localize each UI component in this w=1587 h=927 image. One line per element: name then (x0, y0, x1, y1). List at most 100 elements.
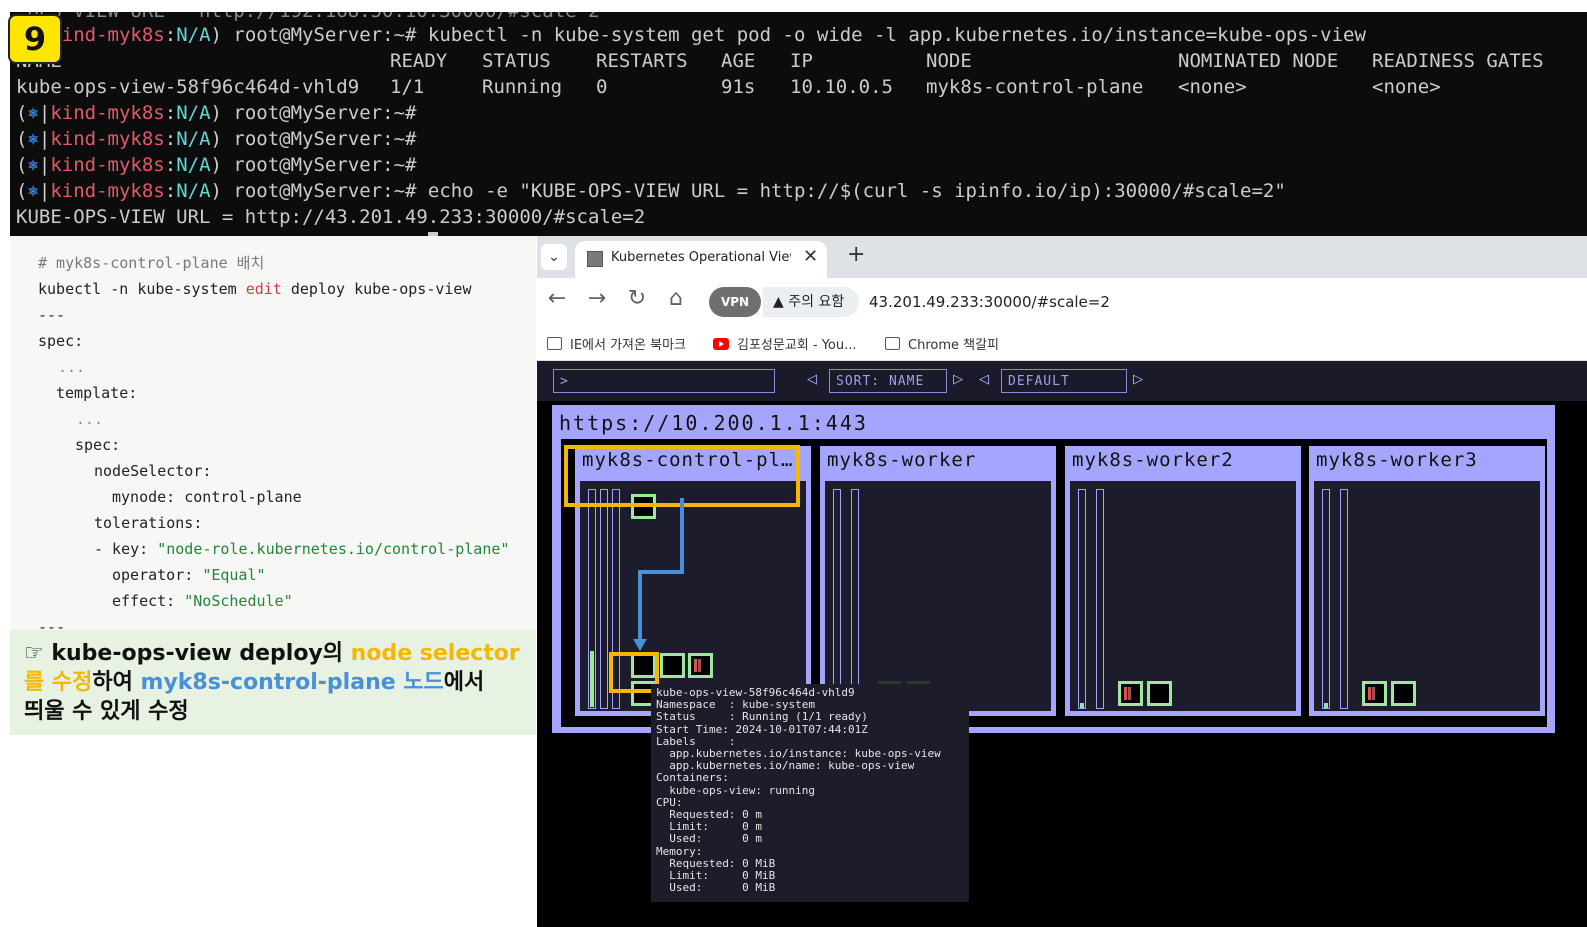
folder-icon (547, 337, 562, 350)
col-readiness-gates: READINESS GATES (1372, 50, 1544, 72)
browser-window: ⌄ Kubernetes Operational View : ✕ + ← → … (537, 236, 1587, 927)
arrow-line (638, 498, 684, 642)
cell-nominated-node: <none> (1178, 76, 1247, 98)
security-warning-label: 주의 요함 (788, 294, 845, 310)
cell-readiness-gates: <none> (1372, 76, 1441, 98)
prompt-paren: ( (16, 102, 28, 124)
bookmark-ie-import[interactable]: IE에서 가져온 북마크 (547, 334, 686, 353)
tab-title: Kubernetes Operational View : (611, 250, 791, 265)
command-echo: echo -e "KUBE-OPS-VIEW URL = http://$(cu… (416, 180, 1286, 202)
code-separator-bottom: --- (38, 618, 66, 630)
prompt-namespace: N/A (176, 24, 211, 46)
terminal-line-echo: (⎈|kind-myk8s:N/A) root@MyServer:~# echo… (16, 178, 1286, 204)
note-text: kube-ops-view deploy의 (51, 641, 351, 666)
arrow-head (633, 639, 647, 651)
pod-table-header: NAME READY STATUS RESTARTS AGE IP NODE N… (10, 48, 1587, 74)
prompt-paren: ) (210, 154, 222, 176)
cell-ready: 1/1 (390, 76, 425, 98)
code-panel: # myk8s-control-plane 배치 kubectl -n kube… (10, 236, 536, 630)
note-highlight-node: myk8s-control-plane 노드 (140, 670, 444, 695)
prompt-sep: | (38, 128, 51, 150)
tab-strip: ⌄ Kubernetes Operational View : ✕ + (537, 236, 1587, 278)
command-get-pod: kubectl -n kube-system get pod -o wide -… (416, 24, 1366, 46)
cell-age: 91s (721, 76, 756, 98)
code-toleration-key: - key: "node-role.kubernetes.io/control-… (94, 536, 509, 562)
tooltip-line: Memory: (656, 844, 703, 858)
prompt-namespace: N/A (176, 180, 211, 202)
reload-icon[interactable]: ↻ (623, 286, 651, 311)
address-bar[interactable]: 43.201.49.233:30000/#scale=2 (869, 293, 1110, 311)
note-text: 띄울 수 있게 수정 (24, 699, 189, 724)
col-status: STATUS (482, 50, 551, 72)
plus-icon[interactable]: + (847, 242, 865, 267)
folder-icon (885, 337, 900, 350)
bookmark-youtube[interactable]: 김포성문교회 - You... (713, 334, 857, 353)
chevron-down-icon[interactable]: ⌄ (541, 244, 567, 270)
prompt-sep: | (38, 102, 51, 124)
terminal-empty-prompt: (⎈|kind-myk8s:N/A) root@MyServer:~# (16, 152, 416, 178)
warning-icon: ▲ (773, 294, 784, 310)
terminal-line-get-pod: (⎈|kind-myk8s:N/A) root@MyServer:~# kube… (16, 22, 1366, 48)
pod-table-row: kube-ops-view-58f96c464d-vhld9 1/1 Runni… (10, 74, 1587, 100)
prompt-colon: : (164, 128, 177, 150)
prompt-sep: | (38, 154, 51, 176)
cell-restarts: 0 (596, 76, 608, 98)
code-operator-value: "Equal" (202, 566, 266, 584)
prompt-context: kind-myk8s (50, 128, 165, 150)
code-ellipsis: ... (76, 410, 104, 428)
code-edit-command: kubectl -n kube-system edit deploy kube-… (38, 276, 472, 302)
cell-status: Running (482, 76, 563, 98)
kube-helm-icon: ⎈ (27, 154, 39, 176)
prompt-context: kind-myk8s (50, 180, 165, 202)
code-comment: # myk8s-control-plane 배치 (38, 254, 265, 272)
tab-kube-ops-view[interactable]: Kubernetes Operational View : ✕ (575, 241, 827, 278)
col-age: AGE (721, 50, 756, 72)
prompt-sep: | (38, 180, 51, 202)
kube-helm-icon: ⎈ (27, 180, 39, 202)
code-cmd-part: deploy kube-ops-view (281, 280, 472, 298)
cell-node: myk8s-control-plane (926, 76, 1144, 98)
cell-ip: 10.10.0.5 (790, 76, 893, 98)
col-nominated-node: NOMINATED NODE (1178, 50, 1339, 72)
vpn-badge[interactable]: VPN (709, 287, 761, 317)
bookmarks-bar: IE에서 가져온 북마크 김포성문교회 - You... Chrome 책갈피 (537, 326, 1587, 361)
navigation-bar: ← → ↻ ⌂ VPN ▲ 주의 요함 43.201.49.233:30000/… (537, 278, 1587, 326)
forward-arrow-icon[interactable]: → (583, 286, 611, 311)
bookmark-chrome[interactable]: Chrome 책갈피 (885, 334, 999, 353)
terminal-empty-prompt: (⎈|kind-myk8s:N/A) root@MyServer:~# (16, 100, 416, 126)
prompt-colon: : (164, 154, 177, 176)
col-node: NODE (926, 50, 972, 72)
prompt-context: kind-myk8s (50, 102, 165, 124)
kube-helm-icon: ⎈ (27, 128, 39, 150)
prompt-user: root@MyServer:~# (221, 154, 417, 176)
prompt-colon: : (164, 180, 177, 202)
terminal-window: OPS VIEW URL http://192.168.50.10:30000/… (10, 12, 1587, 236)
code-effect-label: effect: (112, 592, 185, 610)
pointing-hand-icon: ☞ (24, 641, 52, 666)
code-key-label: - key: (94, 540, 158, 558)
close-icon[interactable]: ✕ (803, 246, 818, 267)
col-ready: READY (390, 50, 448, 72)
prompt-namespace: N/A (176, 154, 211, 176)
prompt-namespace: N/A (176, 102, 211, 124)
note-text: 에서 (443, 670, 485, 695)
tooltip-line: Containers: (656, 771, 729, 785)
code-toleration-effect: effect: "NoSchedule" (112, 588, 293, 614)
prompt-context: kind-myk8s (50, 154, 165, 176)
step-badge: 9 (8, 14, 62, 64)
code-node-selector: nodeSelector: (94, 462, 212, 480)
terminal-empty-prompt: (⎈|kind-myk8s:N/A) root@MyServer:~# (16, 126, 416, 152)
code-template: template: (56, 384, 138, 402)
kube-helm-icon: ⎈ (27, 102, 39, 124)
code-cmd-part: kubectl -n kube-system (38, 280, 246, 298)
security-status[interactable]: ▲ 주의 요함 (763, 287, 859, 317)
col-restarts: RESTARTS (596, 50, 688, 72)
bookmark-label: IE에서 가져온 북마크 (570, 338, 686, 353)
prompt-user: root@MyServer:~# (221, 102, 417, 124)
code-spec: spec: (38, 332, 84, 350)
home-icon[interactable]: ⌂ (662, 286, 690, 311)
back-arrow-icon[interactable]: ← (543, 286, 571, 311)
prompt-paren: ) (210, 180, 222, 202)
prompt-namespace: N/A (176, 128, 211, 150)
note-highlight-node-selector: node selector (350, 641, 520, 666)
